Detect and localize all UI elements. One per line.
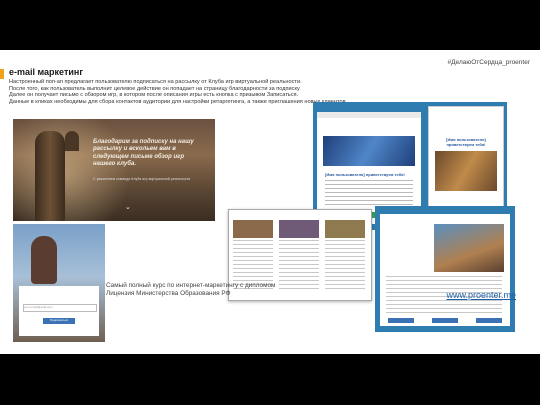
slide-title: e-mail маркетинг: [9, 67, 84, 77]
tower-illustration: [35, 131, 79, 221]
footer-course-line: Самый полный курс по интернет-маркетингу…: [106, 282, 276, 289]
accent-bar: [0, 69, 4, 79]
email-screenshot-mobile: [Имя пользователя] приветствуем тебя!: [428, 106, 504, 222]
thank-you-signature: С уважением команда Клуба игр виртуально…: [93, 177, 191, 181]
mobile-greeting: [Имя пользователя] приветствуем тебя!: [446, 137, 486, 147]
footer-text: Самый полный курс по интернет-маркетингу…: [106, 282, 326, 298]
game-image: [279, 220, 319, 238]
game-hero-image: [434, 224, 504, 272]
game-description: [325, 240, 365, 292]
email-games-detail-screenshot: [375, 206, 515, 332]
description-line: Настроенный поп-ап предлагает пользовате…: [9, 79, 302, 85]
game-image: [233, 220, 273, 238]
email-field[interactable]: your.email@mail.com: [23, 304, 97, 312]
mobile-game-image: [435, 151, 497, 191]
description-line: Далее он получает письмо с обзором игр, …: [9, 92, 299, 99]
hashtag: #ДелаюОтСердца_proenter: [447, 59, 530, 66]
signup-button[interactable]: [476, 318, 502, 323]
chevron-down-icon: ⌄: [125, 204, 131, 211]
slide: #ДелаюОтСердца_proenter e-mail маркетинг…: [0, 50, 540, 354]
description-line: После того, как пользователь выполнит це…: [9, 85, 300, 92]
popup-form-screenshot: your.email@mail.com Подписаться: [13, 224, 105, 342]
website-link[interactable]: www.proenter.me: [446, 290, 516, 300]
email-header-bar: [317, 112, 421, 118]
email-greeting: [Имя пользователя] приветствуем тебя!: [325, 172, 405, 177]
footer-license-line: Лицензия Министерства Образования РФ: [106, 290, 231, 297]
subscribe-button[interactable]: Подписаться: [43, 318, 75, 324]
thank-you-page-screenshot: Благодарим за подписку на нашу рассылку …: [13, 119, 215, 221]
game-image: [325, 220, 365, 238]
person-illustration: [31, 236, 57, 284]
signup-button[interactable]: [432, 318, 458, 323]
signup-button[interactable]: [388, 318, 414, 323]
thank-you-message: Благодарим за подписку на нашу рассылку …: [93, 139, 194, 168]
email-text-lines: [325, 180, 413, 208]
email-document: [380, 214, 510, 326]
email-banner-image: [323, 136, 415, 166]
